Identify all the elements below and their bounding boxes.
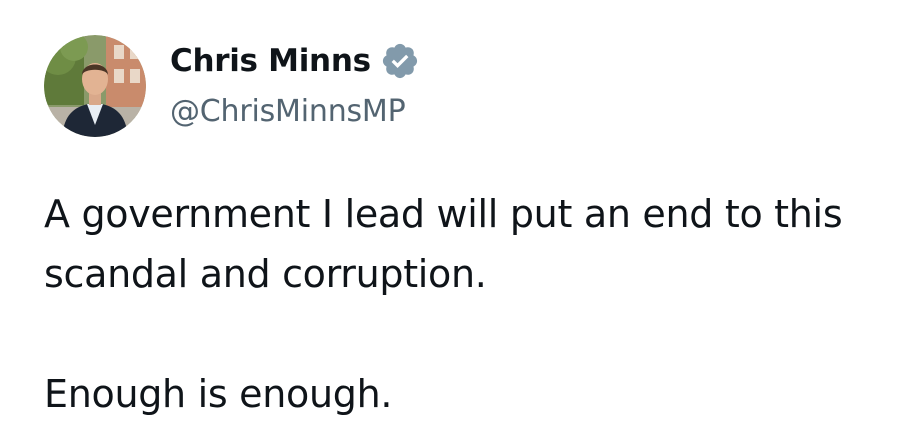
tweet-paragraph: Enough is enough. xyxy=(44,372,393,416)
author-avatar[interactable] xyxy=(44,35,146,137)
tweet-paragraph: A government I lead will put an end to t… xyxy=(44,192,843,296)
tweet-text: A government I lead will put an end to t… xyxy=(44,184,884,424)
avatar-photo-icon xyxy=(44,35,146,137)
verified-badge-icon xyxy=(380,41,420,81)
tweet-card: Chris Minns @ChrisMinnsMP A government I… xyxy=(0,0,900,442)
author-name-row: Chris Minns xyxy=(170,38,420,84)
author-handle[interactable]: @ChrisMinnsMP xyxy=(170,94,406,129)
author-display-name[interactable]: Chris Minns xyxy=(170,43,371,79)
